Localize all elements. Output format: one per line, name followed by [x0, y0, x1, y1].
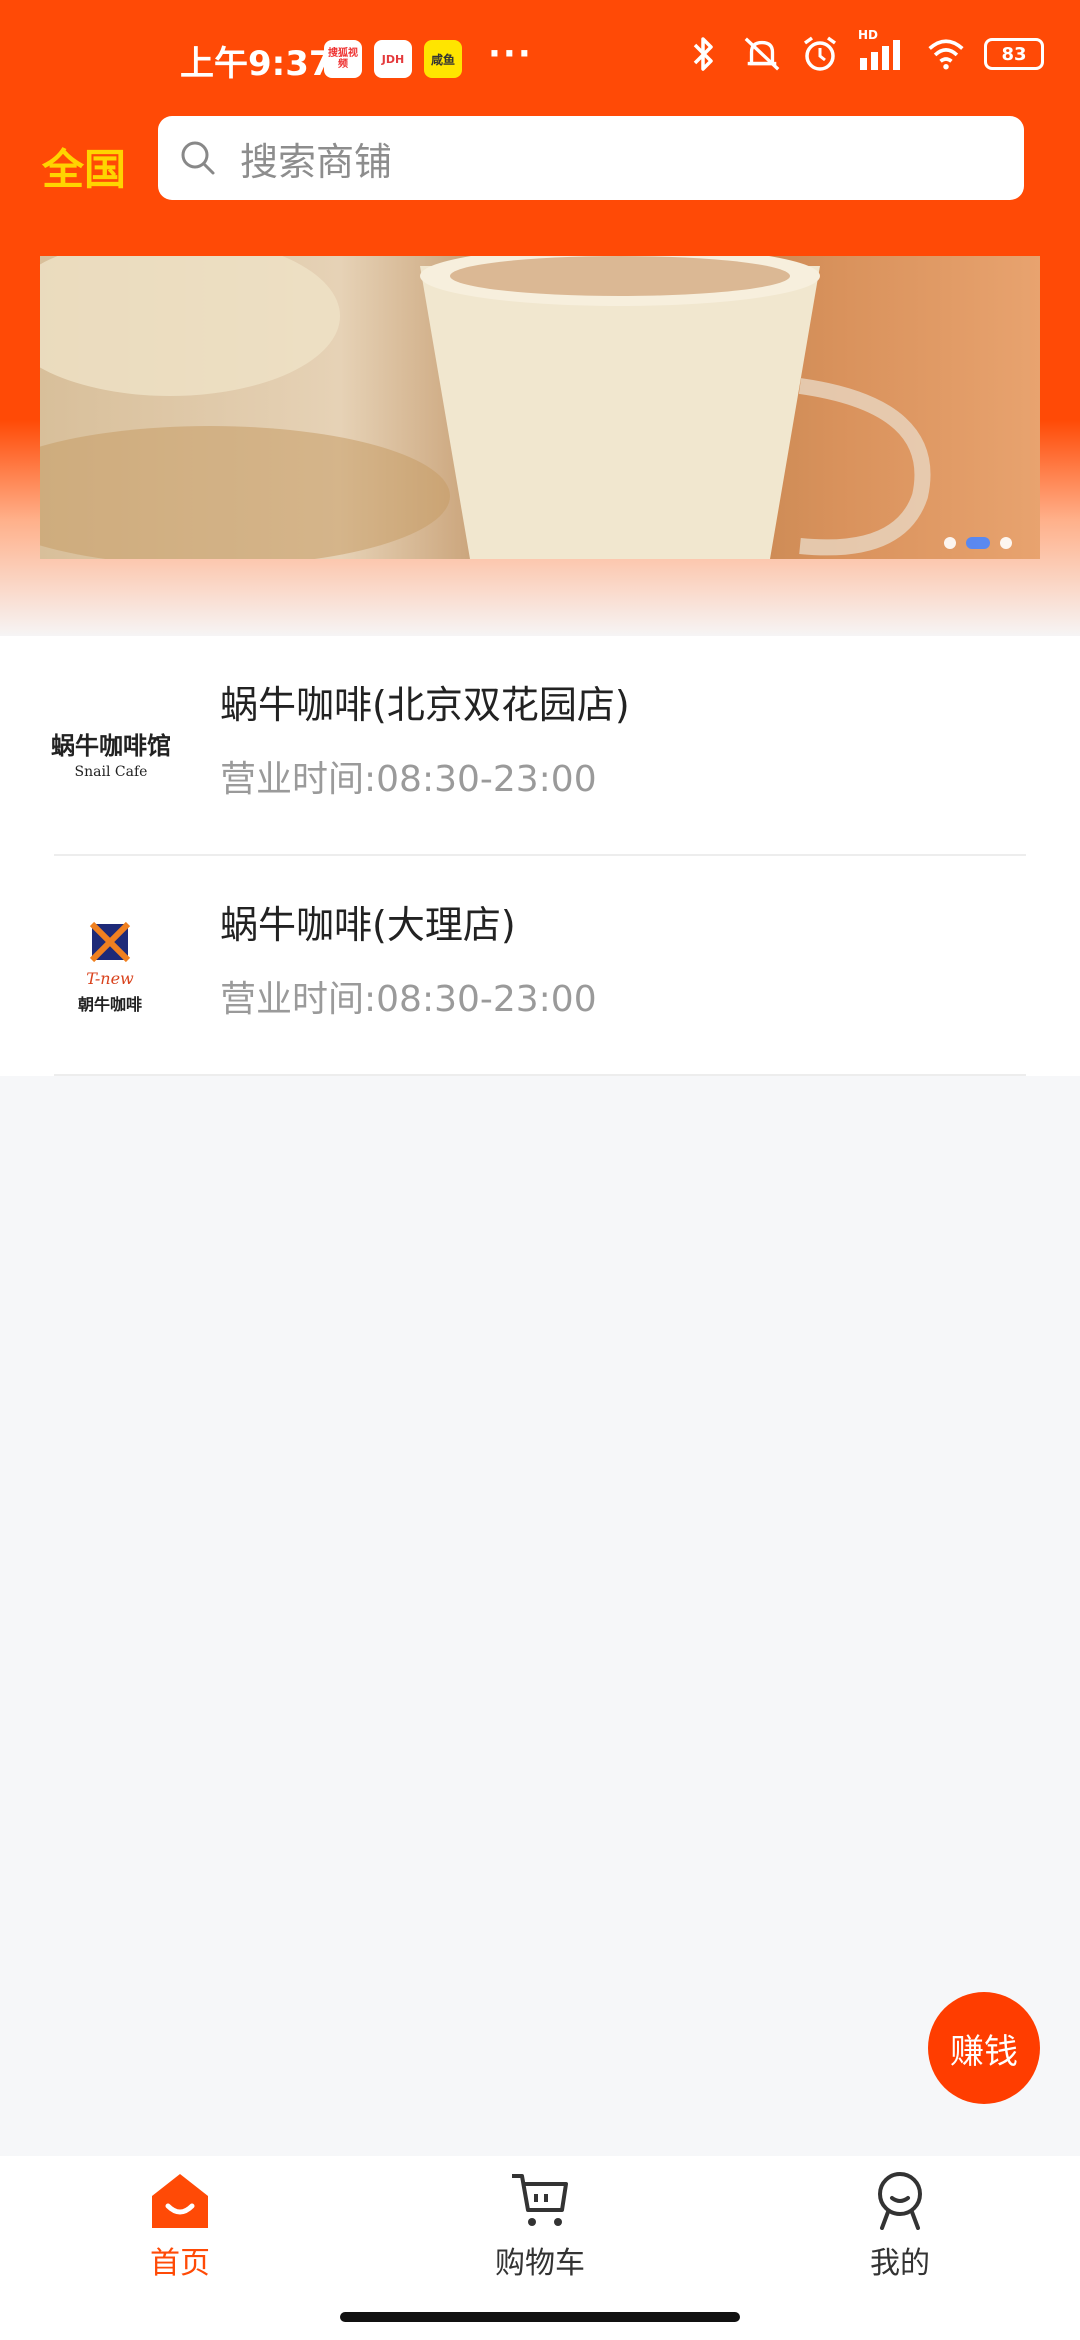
tab-home-label: 首页 [150, 2246, 210, 2281]
banner-pagination [944, 537, 1012, 549]
status-time: 上午9:37 [180, 44, 333, 84]
alarm-icon [800, 34, 840, 74]
battery-indicator: 83 [984, 38, 1044, 70]
store-logo: 蜗牛咖啡馆 Snail Cafe [46, 678, 176, 808]
search-icon [181, 141, 215, 175]
coffee-banner-image [40, 256, 931, 559]
bluetooth-icon [684, 34, 724, 74]
store-logo: T-new 朝牛咖啡 [46, 898, 176, 1028]
svg-text:Snail Cafe: Snail Cafe [75, 764, 148, 780]
mute-bell-icon [742, 34, 782, 74]
status-bar: 上午9:37 搜狐视频 JDH 咸鱼 ··· HD 83 [0, 0, 1080, 120]
store-list-item[interactable]: 蜗牛咖啡馆 Snail Cafe 蜗牛咖啡(北京双花园店) 营业时间:08:30… [0, 636, 1080, 856]
svg-text:T-new: T-new [86, 969, 134, 988]
xianyu-app-icon: 咸鱼 [424, 40, 462, 78]
home-indicator[interactable] [340, 2312, 740, 2322]
svg-text:蜗牛咖啡馆: 蜗牛咖啡馆 [51, 731, 171, 760]
cellular-signal-icon: HD [858, 28, 908, 74]
jd-health-app-icon: JDH [374, 40, 412, 78]
tab-profile-label: 我的 [870, 2246, 930, 2281]
search-input[interactable]: 搜索商铺 [158, 116, 1024, 200]
store-name: 蜗牛咖啡(大理店) [220, 903, 516, 947]
banner-dot [1000, 537, 1012, 549]
profile-icon [878, 2172, 922, 2230]
tab-cart[interactable]: 购物车 [440, 2170, 640, 2282]
store-hours: 营业时间:08:30-23:00 [220, 759, 597, 800]
store-list: 蜗牛咖啡馆 Snail Cafe 蜗牛咖啡(北京双花园店) 营业时间:08:30… [0, 636, 1080, 1076]
tab-profile[interactable]: 我的 [800, 2170, 1000, 2282]
banner-dot-active [966, 537, 990, 549]
promo-banner[interactable] [40, 256, 1040, 559]
tab-home[interactable]: 首页 [80, 2170, 280, 2282]
status-overflow-icon: ··· [488, 34, 533, 74]
region-selector[interactable]: 全国 [42, 136, 126, 197]
sohu-video-app-icon: 搜狐视频 [324, 40, 362, 78]
search-placeholder: 搜索商铺 [240, 139, 393, 184]
divider [54, 1074, 1026, 1076]
store-hours: 营业时间:08:30-23:00 [220, 979, 597, 1020]
store-list-item[interactable]: T-new 朝牛咖啡 蜗牛咖啡(大理店) 营业时间:08:30-23:00 [0, 856, 1080, 1076]
tab-cart-label: 购物车 [495, 2246, 585, 2281]
store-name: 蜗牛咖啡(北京双花园店) [220, 683, 630, 727]
home-icon [152, 2174, 208, 2228]
banner-dot [944, 537, 956, 549]
svg-text:朝牛咖啡: 朝牛咖啡 [78, 995, 142, 1014]
wifi-icon [926, 34, 966, 74]
earn-money-button[interactable]: 赚钱 [928, 1992, 1040, 2104]
cart-icon [512, 2174, 568, 2226]
